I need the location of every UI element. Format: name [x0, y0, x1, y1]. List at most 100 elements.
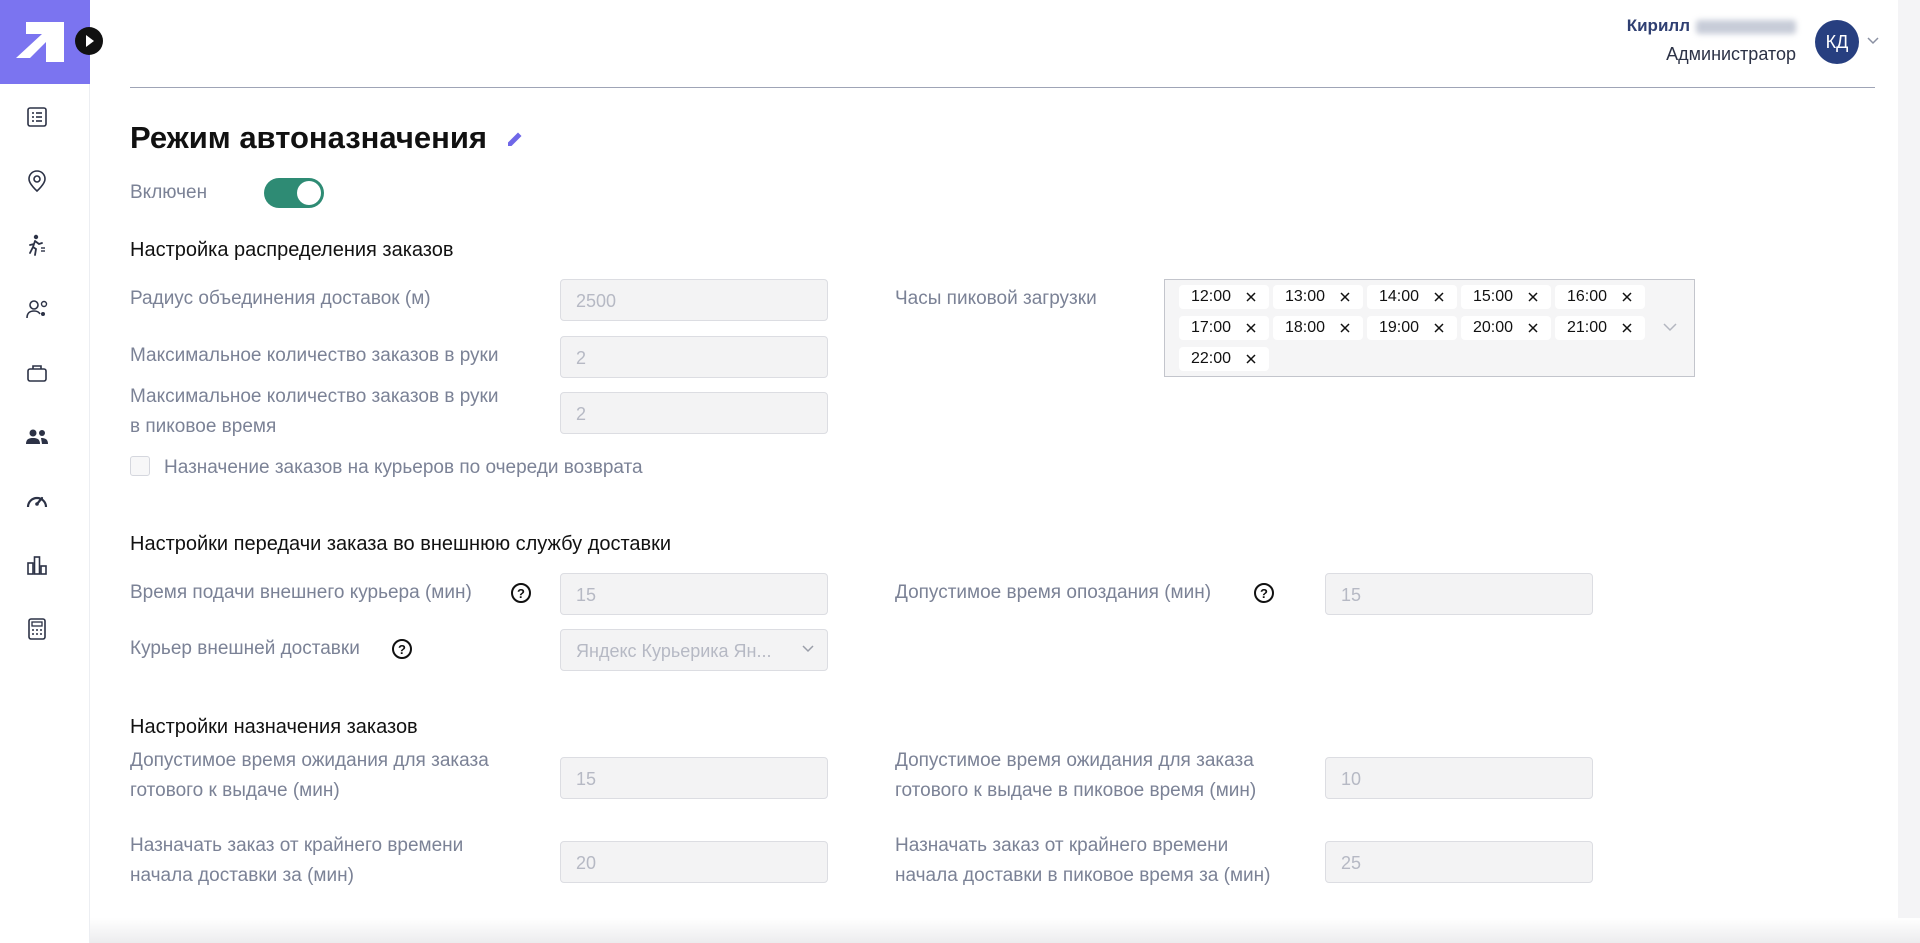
- scroll-gutter: [1898, 0, 1920, 943]
- close-icon[interactable]: [1433, 322, 1445, 334]
- courier-time-input[interactable]: 15: [560, 573, 828, 615]
- section-title-external: Настройки передачи заказа во внешнюю слу…: [130, 533, 672, 555]
- external-courier-value: Яндекс Курьерика Ян...: [576, 641, 772, 661]
- delay-input[interactable]: 15: [1325, 573, 1593, 615]
- briefcase-icon: [27, 365, 47, 382]
- courier-time-label: Время подачи внешнего курьера (мин): [130, 582, 472, 603]
- max-orders-peak-label-line1: Максимальное количество заказов в руки: [130, 386, 499, 407]
- help-icon[interactable]: ?: [392, 639, 412, 659]
- nav-item-dashboard[interactable]: [22, 486, 52, 516]
- tag-peak-hour: 19:00: [1367, 316, 1457, 340]
- tag-text: 22:00: [1191, 350, 1232, 367]
- help-icon[interactable]: ?: [511, 583, 531, 603]
- user-last-name-redacted: [1696, 19, 1796, 34]
- tag-peak-hour: 16:00: [1555, 285, 1645, 309]
- help-icon[interactable]: ?: [1254, 583, 1274, 603]
- deadline-peak-label-line2: начала доставки в пиковое время за (мин): [895, 865, 1271, 886]
- max-orders-input[interactable]: 2: [560, 336, 828, 378]
- return-queue-label: Назначение заказов на курьеров по очеред…: [164, 457, 643, 478]
- tag-peak-hour: 15:00: [1461, 285, 1551, 309]
- page-title: Режим автоназначения: [130, 120, 487, 155]
- deadline-label: Назначать заказ от крайнего времени начал…: [130, 831, 463, 891]
- close-icon[interactable]: [1339, 322, 1351, 334]
- close-icon[interactable]: [1527, 322, 1539, 334]
- sidebar-expand-button[interactable]: [75, 27, 103, 55]
- tag-peak-hour: 18:00: [1273, 316, 1363, 340]
- bottom-fade: [90, 918, 1920, 943]
- delay-label: Допустимое время опоздания (мин): [895, 582, 1212, 603]
- avatar[interactable]: КД: [1815, 20, 1859, 64]
- external-courier-select[interactable]: Яндекс Курьерика Ян...: [560, 629, 828, 671]
- tag-text: 13:00: [1285, 288, 1326, 305]
- tag-peak-hour: 20:00: [1461, 316, 1551, 340]
- nav-item-couriers[interactable]: [22, 230, 52, 260]
- user-role: Администратор: [1666, 44, 1796, 64]
- wait-label-line2: готового к выдаче (мин): [130, 780, 340, 801]
- wait-peak-label-line2: готового к выдаче в пиковое время (мин): [895, 780, 1257, 801]
- courier-running-icon: [29, 234, 45, 256]
- tag-text: 16:00: [1567, 288, 1608, 305]
- nav-item-calculator[interactable]: [22, 614, 52, 644]
- chevron-down-icon[interactable]: [1662, 322, 1678, 332]
- close-icon[interactable]: [1433, 291, 1445, 303]
- deadline-input[interactable]: 20: [560, 841, 828, 883]
- users-group-icon: [26, 429, 48, 444]
- tag-text: 21:00: [1567, 319, 1608, 336]
- max-orders-peak-label-line2: в пиковое время: [130, 416, 277, 437]
- tag-text: 14:00: [1379, 288, 1420, 305]
- close-icon[interactable]: [1245, 353, 1257, 365]
- deadline-peak-input[interactable]: 25: [1325, 841, 1593, 883]
- peak-hours-label: Часы пиковой загрузки: [895, 288, 1097, 309]
- radius-input[interactable]: 2500: [560, 279, 828, 321]
- autoassign-toggle[interactable]: [264, 178, 324, 208]
- close-icon[interactable]: [1339, 291, 1351, 303]
- section-title-distribution: Настройка распределения заказов: [130, 239, 454, 261]
- close-icon[interactable]: [1527, 291, 1539, 303]
- nav-item-business[interactable]: [22, 358, 52, 388]
- close-icon[interactable]: [1621, 291, 1633, 303]
- wait-input[interactable]: 15: [560, 757, 828, 799]
- tag-peak-hour: 22:00: [1179, 347, 1269, 371]
- user-name: Кирилл: [1627, 16, 1796, 36]
- header-divider: [130, 87, 1875, 88]
- toggle-label: Включен: [130, 182, 208, 203]
- tag-peak-hour: 14:00: [1367, 285, 1457, 309]
- chevron-down-icon[interactable]: [1866, 36, 1880, 46]
- tag-peak-hour: 13:00: [1273, 285, 1363, 309]
- deadline-label-line1: Назначать заказ от крайнего времени: [130, 835, 464, 856]
- chevron-down-icon: [802, 645, 814, 653]
- edit-pencil-icon[interactable]: [506, 130, 524, 148]
- tag-peak-hour: 12:00: [1179, 285, 1269, 309]
- section-title-assignment: Настройки назначения заказов: [130, 716, 418, 738]
- tag-peak-hour: 21:00: [1555, 316, 1645, 340]
- max-orders-peak-label: Максимальное количество заказов в руки в …: [130, 382, 499, 442]
- radius-label: Радиус объединения доставок (м): [130, 288, 431, 309]
- nav-item-users[interactable]: [22, 294, 52, 324]
- return-queue-checkbox[interactable]: [130, 456, 150, 476]
- deadline-label-line2: начала доставки за (мин): [130, 865, 354, 886]
- tag-text: 20:00: [1473, 319, 1514, 336]
- user-settings-icon: [26, 300, 48, 319]
- peak-hours-select[interactable]: 12:00 13:00 14:00 15:00 16:00 17:00 18:0…: [1164, 279, 1695, 377]
- deadline-peak-label-line1: Назначать заказ от крайнего времени: [895, 835, 1229, 856]
- tag-text: 18:00: [1285, 319, 1326, 336]
- close-icon[interactable]: [1621, 322, 1633, 334]
- logo-icon: [8, 22, 64, 62]
- max-orders-label: Максимальное количество заказов в руки: [130, 345, 499, 366]
- close-icon[interactable]: [1245, 322, 1257, 334]
- close-icon[interactable]: [1245, 291, 1257, 303]
- wait-label: Допустимое время ожидания для заказа гото…: [130, 746, 489, 806]
- nav-item-analytics[interactable]: [22, 550, 52, 580]
- nav-item-groups[interactable]: [22, 422, 52, 452]
- location-pin-icon: [28, 170, 46, 193]
- max-orders-peak-input[interactable]: 2: [560, 392, 828, 434]
- deadline-peak-label: Назначать заказ от крайнего времени начал…: [895, 831, 1270, 891]
- nav-item-orders[interactable]: [22, 102, 52, 132]
- wait-peak-label-line1: Допустимое время ожидания для заказа: [895, 750, 1254, 771]
- speedometer-icon: [26, 496, 48, 508]
- nav-item-map[interactable]: [22, 166, 52, 196]
- toggle-knob: [297, 181, 321, 205]
- tag-peak-hour: 17:00: [1179, 316, 1269, 340]
- wait-peak-input[interactable]: 10: [1325, 757, 1593, 799]
- tag-text: 17:00: [1191, 319, 1232, 336]
